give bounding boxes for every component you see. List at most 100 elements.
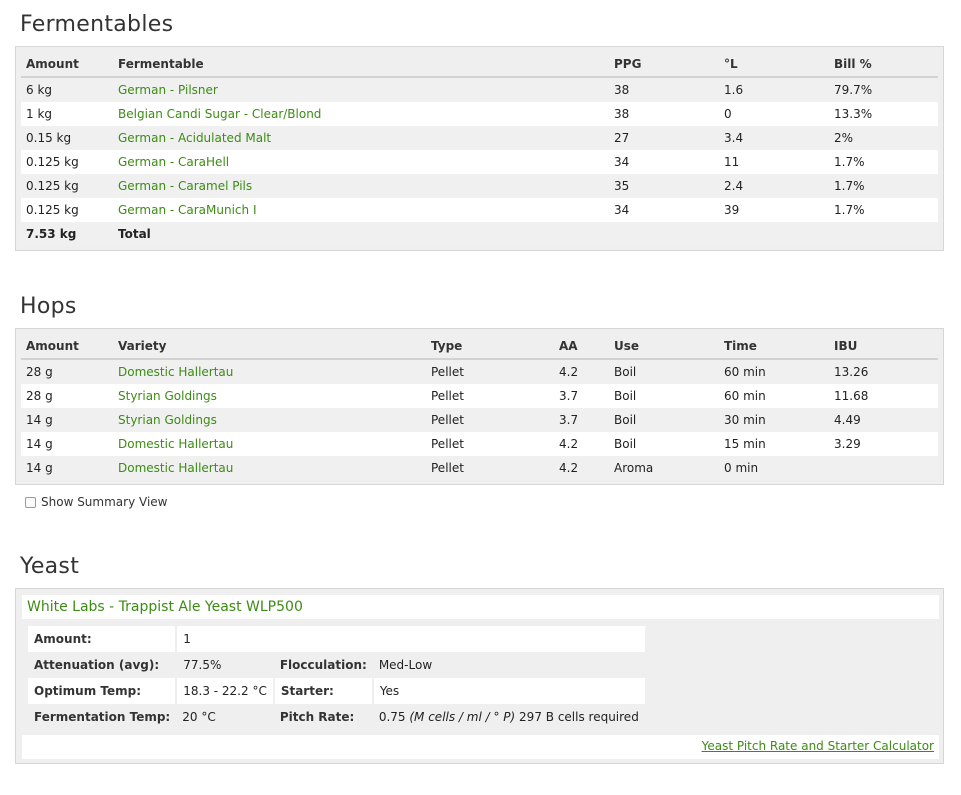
table-row: 28 g Domestic Hallertau Pellet 4.2 Boil … bbox=[21, 359, 938, 384]
hop-use: Boil bbox=[609, 432, 719, 456]
hop-use: Boil bbox=[609, 408, 719, 432]
col-header-aa[interactable]: AA bbox=[554, 334, 609, 360]
hops-table: Amount Variety Type AA Use Time IBU 28 g… bbox=[21, 334, 938, 480]
fermentable-lovibond: 3.4 bbox=[719, 126, 829, 150]
hop-variety-link[interactable]: Domestic Hallertau bbox=[118, 461, 233, 475]
fermentable-amount: 0.125 kg bbox=[21, 198, 113, 222]
col-header-bill-percent[interactable]: Bill % bbox=[829, 52, 938, 78]
hop-aa: 4.2 bbox=[554, 456, 609, 480]
yeast-starter-label: Starter: bbox=[273, 678, 374, 704]
yeast-starter-value: Yes bbox=[372, 678, 645, 704]
col-header-variety[interactable]: Variety bbox=[113, 334, 426, 360]
col-header-ibu[interactable]: IBU bbox=[829, 334, 938, 360]
yeast-amount-label: Amount: bbox=[28, 626, 178, 652]
table-row: 0.125 kg German - CaraMunich I 34 39 1.7… bbox=[21, 198, 938, 222]
yeast-panel: White Labs - Trappist Ale Yeast WLP500 A… bbox=[15, 588, 944, 764]
hop-amount: 28 g bbox=[21, 384, 113, 408]
hops-title: Hops bbox=[20, 294, 77, 319]
summary-view-checkbox[interactable] bbox=[25, 496, 36, 508]
hop-time: 60 min bbox=[719, 359, 829, 384]
pitch-rate-calculator-link[interactable]: Yeast Pitch Rate and Starter Calculator bbox=[702, 739, 934, 753]
fermentable-link[interactable]: German - Caramel Pils bbox=[118, 179, 252, 193]
yeast-optimum-temp-value: 18.3 - 22.2 °C bbox=[176, 678, 275, 704]
yeast-details-table: Amount: 1 Attenuation (avg): 77.5% Flocc… bbox=[28, 626, 645, 730]
summary-view-toggle[interactable]: Show Summary View bbox=[25, 495, 167, 509]
fermentable-link[interactable]: German - Acidulated Malt bbox=[118, 131, 271, 145]
col-header-fermentable[interactable]: Fermentable bbox=[113, 52, 609, 78]
yeast-pitch-rate-label: Pitch Rate: bbox=[273, 704, 373, 730]
table-row: 0.125 kg German - CaraHell 34 11 1.7% bbox=[21, 150, 938, 174]
fermentable-lovibond: 11 bbox=[719, 150, 829, 174]
fermentable-amount: 6 kg bbox=[21, 77, 113, 102]
hop-amount: 28 g bbox=[21, 359, 113, 384]
hop-ibu: 11.68 bbox=[829, 384, 938, 408]
hop-time: 15 min bbox=[719, 432, 829, 456]
yeast-footer-bar: Yeast Pitch Rate and Starter Calculator bbox=[22, 735, 939, 759]
col-header-amount[interactable]: Amount bbox=[21, 334, 113, 360]
table-row: 1 kg Belgian Candi Sugar - Clear/Blond 3… bbox=[21, 102, 938, 126]
fermentable-link[interactable]: German - Pilsner bbox=[118, 83, 218, 97]
yeast-name-bar: White Labs - Trappist Ale Yeast WLP500 bbox=[22, 595, 939, 619]
pitch-rate-required: 297 B cells required bbox=[519, 710, 639, 724]
yeast-detail-row: Fermentation Temp: 20 °C Pitch Rate: 0.7… bbox=[28, 704, 645, 730]
fermentable-lovibond: 39 bbox=[719, 198, 829, 222]
hop-variety-link[interactable]: Domestic Hallertau bbox=[118, 437, 233, 451]
hops-header-row: Amount Variety Type AA Use Time IBU bbox=[21, 334, 938, 360]
hop-amount: 14 g bbox=[21, 408, 113, 432]
yeast-optimum-temp-label: Optimum Temp: bbox=[28, 678, 178, 704]
hop-type: Pellet bbox=[426, 408, 554, 432]
table-row: 14 g Styrian Goldings Pellet 3.7 Boil 30… bbox=[21, 408, 938, 432]
hop-type: Pellet bbox=[426, 456, 554, 480]
hop-use: Boil bbox=[609, 384, 719, 408]
col-header-lovibond[interactable]: °L bbox=[719, 52, 829, 78]
hop-time: 60 min bbox=[719, 384, 829, 408]
hop-type: Pellet bbox=[426, 359, 554, 384]
fermentable-amount: 0.15 kg bbox=[21, 126, 113, 150]
hop-type: Pellet bbox=[426, 384, 554, 408]
yeast-detail-row: Amount: 1 bbox=[28, 626, 645, 652]
table-row: 14 g Domestic Hallertau Pellet 4.2 Aroma… bbox=[21, 456, 938, 480]
hop-variety-link[interactable]: Styrian Goldings bbox=[118, 389, 217, 403]
fermentable-ppg: 38 bbox=[609, 77, 719, 102]
yeast-attenuation-value: 77.5% bbox=[176, 652, 274, 678]
fermentables-header-row: Amount Fermentable PPG °L Bill % bbox=[21, 52, 938, 78]
col-header-time[interactable]: Time bbox=[719, 334, 829, 360]
col-header-amount[interactable]: Amount bbox=[21, 52, 113, 78]
fermentable-amount: 1 kg bbox=[21, 102, 113, 126]
table-row: 0.125 kg German - Caramel Pils 35 2.4 1.… bbox=[21, 174, 938, 198]
hop-aa: 3.7 bbox=[554, 384, 609, 408]
total-label: Total bbox=[113, 222, 609, 246]
fermentable-ppg: 34 bbox=[609, 150, 719, 174]
fermentables-table: Amount Fermentable PPG °L Bill % 6 kg Ge… bbox=[21, 52, 938, 246]
fermentable-link[interactable]: Belgian Candi Sugar - Clear/Blond bbox=[118, 107, 321, 121]
yeast-name-link[interactable]: White Labs - Trappist Ale Yeast WLP500 bbox=[27, 599, 303, 615]
yeast-fermentation-temp-label: Fermentation Temp: bbox=[28, 704, 177, 730]
yeast-detail-row: Attenuation (avg): 77.5% Flocculation: M… bbox=[28, 652, 645, 678]
hop-type: Pellet bbox=[426, 432, 554, 456]
table-row: 0.15 kg German - Acidulated Malt 27 3.4 … bbox=[21, 126, 938, 150]
fermentables-total-row: 7.53 kg Total bbox=[21, 222, 938, 246]
fermentable-link[interactable]: German - CaraHell bbox=[118, 155, 229, 169]
total-amount: 7.53 kg bbox=[21, 222, 113, 246]
hop-time: 0 min bbox=[719, 456, 829, 480]
yeast-attenuation-label: Attenuation (avg): bbox=[28, 652, 178, 678]
fermentable-lovibond: 1.6 bbox=[719, 77, 829, 102]
pitch-rate-units: (M cells / ml / ° P) bbox=[409, 710, 516, 724]
hop-amount: 14 g bbox=[21, 456, 113, 480]
hop-variety-link[interactable]: Styrian Goldings bbox=[118, 413, 217, 427]
col-header-use[interactable]: Use bbox=[609, 334, 719, 360]
yeast-flocculation-label: Flocculation: bbox=[273, 652, 373, 678]
col-header-ppg[interactable]: PPG bbox=[609, 52, 719, 78]
yeast-flocculation-value: Med-Low bbox=[372, 652, 645, 678]
yeast-pitch-rate-value: 0.75 (M cells / ml / ° P) 297 B cells re… bbox=[372, 704, 645, 730]
col-header-type[interactable]: Type bbox=[426, 334, 554, 360]
pitch-rate-number: 0.75 bbox=[378, 710, 406, 724]
fermentable-ppg: 35 bbox=[609, 174, 719, 198]
hop-time: 30 min bbox=[719, 408, 829, 432]
hop-aa: 4.2 bbox=[554, 359, 609, 384]
fermentable-amount: 0.125 kg bbox=[21, 174, 113, 198]
yeast-fermentation-temp-value: 20 °C bbox=[176, 704, 274, 730]
fermentable-ppg: 34 bbox=[609, 198, 719, 222]
hop-variety-link[interactable]: Domestic Hallertau bbox=[118, 365, 233, 379]
fermentable-link[interactable]: German - CaraMunich I bbox=[118, 203, 257, 217]
